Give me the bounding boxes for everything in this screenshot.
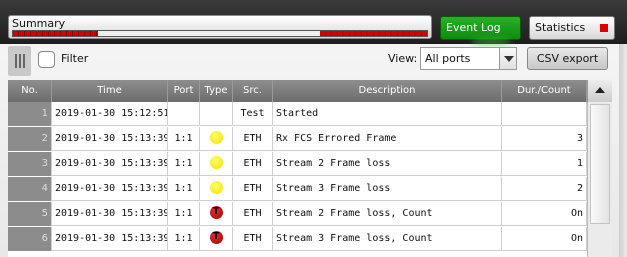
cell-no: 6 <box>8 227 52 251</box>
cell-port: 1:1 <box>168 152 200 176</box>
red-alarm-icon <box>209 202 223 224</box>
chevron-down-icon[interactable] <box>499 48 516 69</box>
column-header-src[interactable]: Src. <box>233 80 273 102</box>
view-select-value: All ports <box>425 52 471 65</box>
yellow-dot-icon <box>209 130 223 144</box>
summary-bar-clear-segment <box>98 31 320 36</box>
table-header: No. Time Port Type Src. Description Dur.… <box>8 80 612 102</box>
cell-dur-count: On <box>502 202 587 226</box>
cell-time: 2019-01-30 15:13:39 <box>52 177 168 201</box>
cell-no: 5 <box>8 202 52 226</box>
cell-port: 1:1 <box>168 177 200 201</box>
side-panel-handle[interactable] <box>8 46 31 76</box>
cell-type <box>200 177 233 201</box>
cell-port: 1:1 <box>168 227 200 251</box>
red-alarm-icon <box>209 227 223 249</box>
cell-description: Rx FCS Errored Frame <box>273 127 502 151</box>
event-table: No. Time Port Type Src. Description Dur.… <box>8 80 612 257</box>
cell-dur-count: 3 <box>502 127 587 151</box>
table-row[interactable]: 3 2019-01-30 15:13:39 1:1 ETH Stream 2 Frame… <box>8 152 587 176</box>
table-row[interactable]: 1 2019-01-30 15:12:51 Test Started <box>8 102 587 126</box>
summary-status-bar <box>12 30 428 37</box>
window-edge <box>619 44 627 257</box>
cell-type <box>200 152 233 176</box>
table-row[interactable]: 4 2019-01-30 15:13:39 1:1 ETH Stream 3 Frame… <box>8 177 587 201</box>
cell-src: ETH <box>233 177 273 201</box>
csv-export-button[interactable]: CSV export <box>527 47 608 70</box>
cell-time: 2019-01-30 15:13:39 <box>52 202 168 226</box>
cell-port <box>168 102 200 126</box>
cell-description: Stream 2 Frame loss <box>273 152 502 176</box>
cell-no: 1 <box>8 102 52 126</box>
event-log-screen: Summary Event Log Statistics Filter View… <box>0 0 627 257</box>
cell-type <box>200 227 233 251</box>
summary-bar-alarm-segment <box>320 31 427 36</box>
summary-button[interactable]: Summary <box>8 15 432 39</box>
cell-dur-count: On <box>502 227 587 251</box>
view-select[interactable]: All ports <box>420 47 517 70</box>
cell-src: ETH <box>233 127 273 151</box>
cell-description: Stream 3 Frame loss, Count <box>273 227 502 251</box>
event-log-button[interactable]: Event Log <box>440 16 521 40</box>
cell-no: 4 <box>8 177 52 201</box>
column-header-dur-count[interactable]: Dur./Count <box>502 80 587 102</box>
statistics-button[interactable]: Statistics <box>529 16 615 40</box>
filter-checkbox[interactable] <box>38 51 55 68</box>
cell-type <box>200 102 233 126</box>
table-row[interactable]: 52019-01-30 15:13:391:1 ETHStream 2 Frame… <box>8 202 587 226</box>
cell-port: 1:1 <box>168 127 200 151</box>
cell-src: ETH <box>233 152 273 176</box>
cell-time: 2019-01-30 15:12:51 <box>52 102 168 126</box>
column-header-no[interactable]: No. <box>8 80 52 102</box>
yellow-dot-icon <box>209 180 223 194</box>
cell-src: Test <box>233 102 273 126</box>
cell-port: 1:1 <box>168 202 200 226</box>
column-header-port[interactable]: Port <box>168 80 200 102</box>
cell-description: Stream 3 Frame loss <box>273 177 502 201</box>
cell-time: 2019-01-30 15:13:39 <box>52 152 168 176</box>
table-row[interactable]: 2 2019-01-30 15:13:39 1:1 ETH Rx FCS Errored… <box>8 127 587 151</box>
cell-time: 2019-01-30 15:13:39 <box>52 127 168 151</box>
cell-src: ETH <box>233 202 273 226</box>
cell-description: Started <box>273 102 502 126</box>
filter-label: Filter <box>61 52 89 65</box>
cell-dur-count: 2 <box>502 177 587 201</box>
cell-src: ETH <box>233 227 273 251</box>
grip-icon <box>15 54 25 68</box>
top-bar: Summary Event Log Statistics <box>0 0 627 46</box>
cell-description: Stream 2 Frame loss, Count <box>273 202 502 226</box>
summary-bar-alarm-segment <box>13 31 98 36</box>
statistics-alarm-indicator <box>600 24 608 32</box>
scroll-up-button[interactable] <box>587 80 612 102</box>
cell-type <box>200 127 233 151</box>
statistics-label: Statistics <box>535 21 586 34</box>
active-tab-glow <box>471 38 511 46</box>
scrollbar-track[interactable] <box>587 102 612 257</box>
column-header-description[interactable]: Description <box>273 80 502 102</box>
summary-label: Summary <box>12 17 66 30</box>
view-label: View: <box>388 52 418 65</box>
cell-no: 2 <box>8 127 52 151</box>
yellow-dot-icon <box>209 155 223 169</box>
cell-time: 2019-01-30 15:13:39 <box>52 227 168 251</box>
cell-no: 3 <box>8 152 52 176</box>
cell-dur-count <box>502 102 587 126</box>
cell-type <box>200 202 233 226</box>
scrollbar-thumb[interactable] <box>590 104 610 224</box>
table-row[interactable]: 62019-01-30 15:13:391:1 ETHStream 3 Frame… <box>8 227 587 251</box>
column-header-type[interactable]: Type <box>200 80 233 102</box>
cell-dur-count: 1 <box>502 152 587 176</box>
column-header-time[interactable]: Time <box>52 80 168 102</box>
